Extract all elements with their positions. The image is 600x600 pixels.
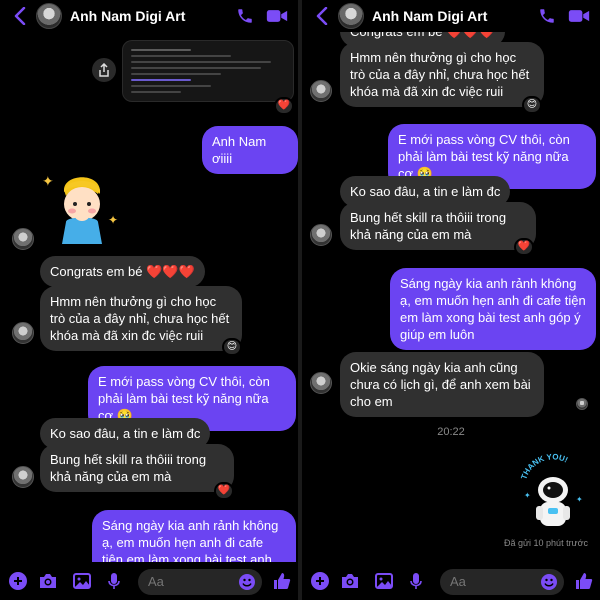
contact-name[interactable]: Anh Nam Digi Art [70,8,236,24]
composer-bar [302,562,600,600]
sticker-boy-image[interactable]: ✦ ✦ [40,164,124,248]
emoji-icon[interactable] [238,573,256,591]
sticker-astronaut-image[interactable]: THANK YOU! ✦ ✦ [518,450,588,534]
reaction-smile[interactable]: 😊 [222,338,242,356]
chat-header: Anh Nam Digi Art [302,0,600,32]
message-input[interactable] [148,574,228,589]
message-input-box[interactable] [138,569,262,595]
sender-avatar[interactable] [310,224,332,246]
share-button[interactable] [92,58,116,82]
like-icon [274,573,291,589]
outgoing-message[interactable]: Anh Nam ơiiii [202,126,298,174]
image-icon [375,573,393,589]
reaction-heart[interactable]: ❤️ [214,482,234,500]
sender-avatar[interactable] [310,372,332,394]
emoji-icon[interactable] [540,573,558,591]
camera-button[interactable] [340,571,360,591]
gallery-button[interactable] [374,571,394,591]
svg-text:THANK YOU!: THANK YOU! [519,452,569,480]
mic-icon [410,573,422,589]
back-button[interactable] [10,6,30,26]
phone-icon[interactable] [236,7,254,25]
svg-text:✦: ✦ [42,173,54,189]
incoming-message[interactable]: Congrats em bé ❤️❤️❤️ [40,256,205,287]
reaction-heart[interactable]: ❤️ [514,238,534,256]
message-list[interactable]: ❤️ Anh Nam ơiiii ✦ ✦ Congrats em bé ❤️❤️… [0,32,298,562]
incoming-message[interactable]: Bung hết skill ra thôiii trong khả năng … [40,444,234,492]
message-input-box[interactable] [440,569,564,595]
message-list[interactable]: Congrats em bé ❤️❤️❤️ Hmm nên thưởng gì … [302,32,600,562]
like-button[interactable] [272,571,292,591]
add-button[interactable] [310,571,330,591]
contact-name[interactable]: Anh Nam Digi Art [372,8,538,24]
contact-avatar[interactable] [36,3,62,29]
chat-header: Anh Nam Digi Art [0,0,298,32]
outgoing-message[interactable]: Sáng ngày kia anh rảnh không ạ, em muốn … [390,268,596,350]
svg-text:✦: ✦ [108,213,118,227]
chevron-left-icon [14,7,26,25]
incoming-message[interactable]: Hmm nên thưởng gì cho học trò của a đây … [40,286,242,351]
incoming-message[interactable]: Okie sáng ngày kia anh cũng chưa có lịch… [340,352,544,417]
video-icon[interactable] [568,7,590,25]
conversation-pane-left: Anh Nam Digi Art ❤️ Anh Nam ơiiii ✦ ✦ Co… [0,0,298,600]
outgoing-message[interactable]: Sáng ngày kia anh rảnh không ạ, em muốn … [92,510,296,562]
video-icon[interactable] [266,7,288,25]
svg-text:✦: ✦ [576,495,583,504]
camera-icon [40,574,56,588]
sender-avatar[interactable] [310,80,332,102]
plus-icon [311,572,329,590]
add-button[interactable] [8,571,28,591]
sent-status: Đã gửi 10 phút trước [504,538,588,548]
voice-button[interactable] [104,571,124,591]
reaction-heart[interactable]: ❤️ [274,97,294,115]
plus-icon [9,572,27,590]
shared-screenshot-image[interactable] [122,40,294,102]
like-button[interactable] [574,571,594,591]
reaction-smile[interactable]: 😊 [522,96,542,114]
image-icon [73,573,91,589]
voice-button[interactable] [406,571,426,591]
contact-avatar[interactable] [338,3,364,29]
timestamp: 20:22 [437,426,465,438]
incoming-message[interactable]: Hmm nên thưởng gì cho học trò của a đây … [340,42,544,107]
seen-avatar [576,398,588,410]
conversation-pane-right: Anh Nam Digi Art Congrats em bé ❤️❤️❤️ H… [302,0,600,600]
gallery-button[interactable] [72,571,92,591]
svg-text:✦: ✦ [524,491,531,500]
mic-icon [108,573,120,589]
back-button[interactable] [312,6,332,26]
sticker-text: THANK YOU! [519,452,569,480]
composer-bar [0,562,298,600]
camera-icon [342,574,358,588]
sender-avatar[interactable] [12,466,34,488]
message-input[interactable] [450,574,530,589]
share-icon [99,63,109,77]
chevron-left-icon [316,7,328,25]
sender-avatar[interactable] [12,228,34,250]
camera-button[interactable] [38,571,58,591]
phone-icon[interactable] [538,7,556,25]
like-icon [576,573,593,589]
incoming-message[interactable]: Bung hết skill ra thôiii trong khả năng … [340,202,536,250]
sender-avatar[interactable] [12,322,34,344]
